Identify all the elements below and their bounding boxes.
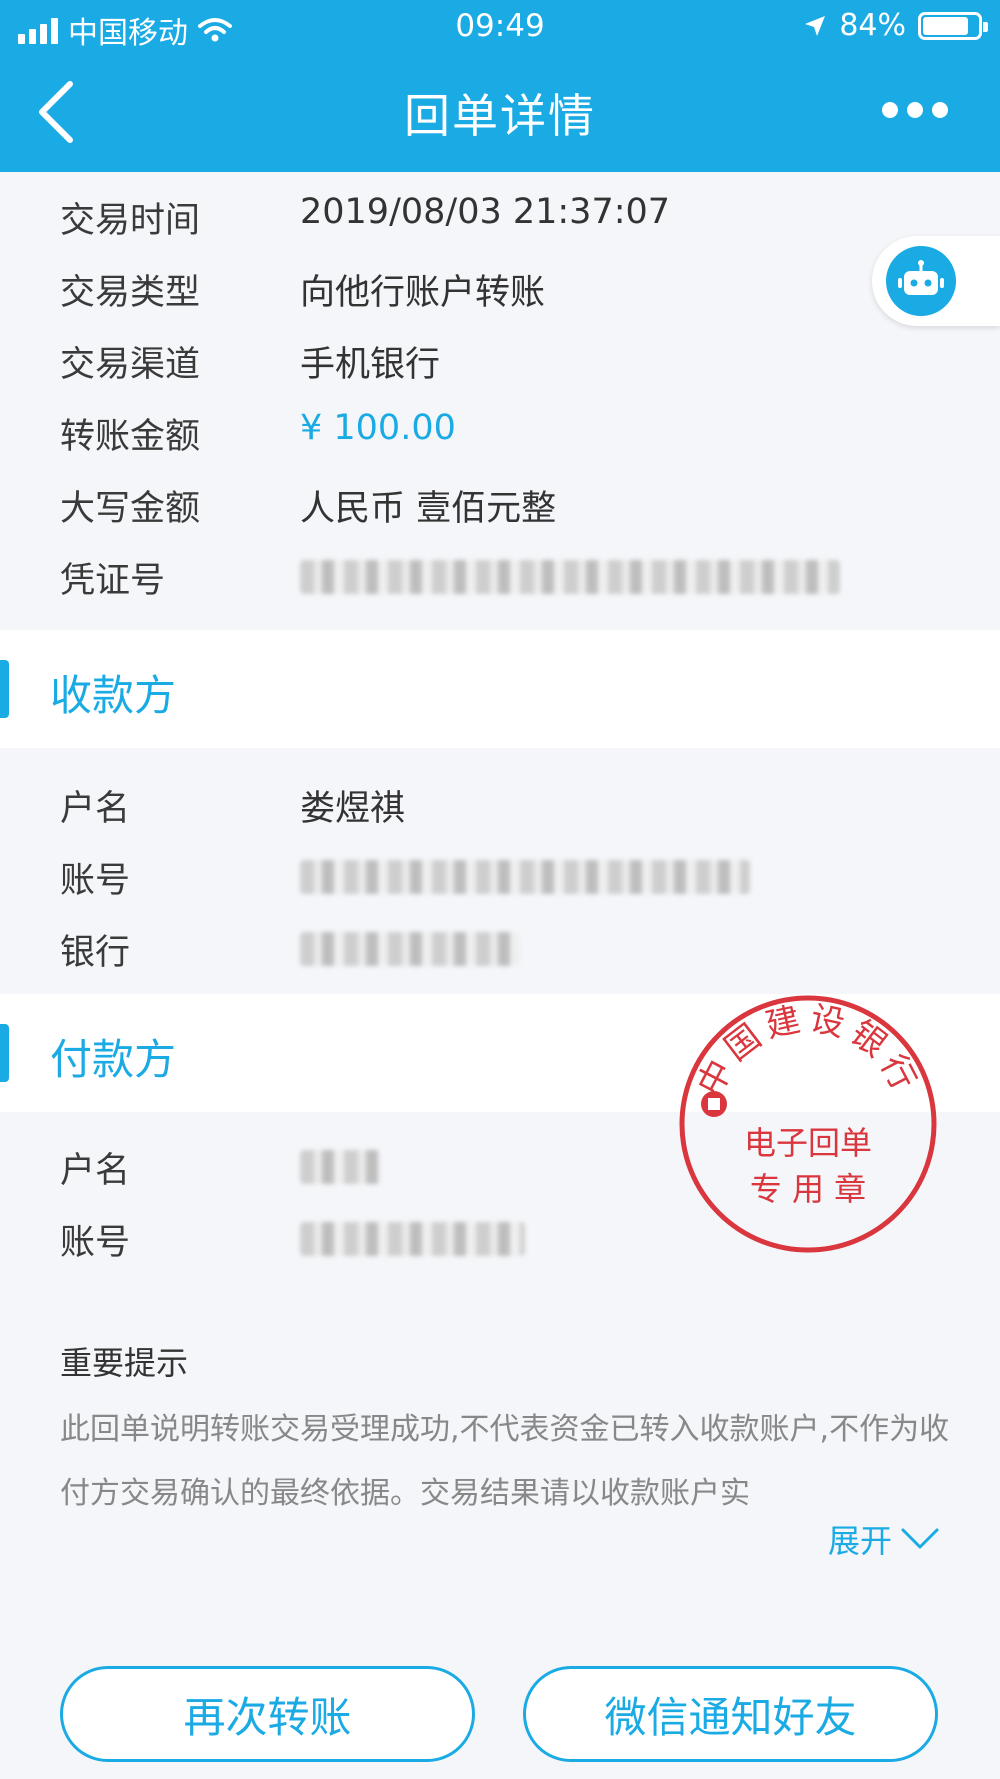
- accent-bar: [0, 1024, 9, 1082]
- detail-row-type: 交易类型 向他行账户转账: [0, 252, 1000, 324]
- chevron-down-icon: [901, 1528, 939, 1549]
- location-arrow-icon: [805, 15, 826, 36]
- battery-icon: [918, 11, 988, 40]
- redacted-voucher-number: [300, 560, 840, 594]
- detail-value: 手机银行: [300, 345, 441, 385]
- stamp-line2: 专 用 章: [750, 1170, 866, 1208]
- detail-value: 2019/08/03 21:37:07: [300, 192, 671, 232]
- detail-label: 账号: [60, 1223, 131, 1263]
- more-dot-icon: [882, 102, 898, 118]
- assistant-robot-button[interactable]: [872, 236, 1000, 326]
- detail-label: 户名: [60, 789, 131, 829]
- detail-label: 交易渠道: [60, 345, 201, 385]
- redacted-payee-account: [300, 860, 750, 894]
- detail-label: 转账金额: [60, 417, 201, 457]
- detail-row-time: 交易时间 2019/08/03 21:37:07: [0, 180, 1000, 252]
- detail-value: 向他行账户转账: [300, 273, 546, 313]
- expand-label: 展开: [827, 1522, 892, 1560]
- payee-section-header: 收款方: [0, 630, 1000, 748]
- wechat-notify-button[interactable]: 微信通知好友: [523, 1666, 938, 1762]
- status-bar: 中国移动 09:49 84%: [0, 0, 1000, 56]
- payee-title: 收款方: [50, 671, 177, 720]
- payee-details: 户名 娄煜祺 账号 银行: [0, 756, 1000, 992]
- svg-text:中国建设银行: 中国建设银行: [690, 999, 926, 1103]
- redacted-payer-name: [300, 1150, 380, 1184]
- status-right: 84%: [803, 8, 988, 43]
- expand-link[interactable]: 展开: [828, 1516, 940, 1562]
- payee-row-account: 账号: [0, 840, 1000, 912]
- transaction-details: 交易时间 2019/08/03 21:37:07 交易类型 向他行账户转账 交易…: [0, 172, 1000, 626]
- payee-name: 娄煜祺: [300, 789, 406, 829]
- detail-row-voucher: 凭证号: [0, 540, 1000, 612]
- detail-row-amount: 转账金额 ¥ 100.00: [0, 396, 1000, 468]
- battery-percent: 84%: [839, 8, 906, 43]
- transfer-again-button[interactable]: 再次转账: [60, 1666, 475, 1762]
- detail-label: 凭证号: [60, 561, 166, 601]
- app-header: 中国移动 09:49 84% 回单详情: [0, 0, 1000, 172]
- detail-label: 大写金额: [60, 489, 201, 529]
- stamp-bank-name: 中国建设银行: [690, 999, 920, 1103]
- accent-bar: [0, 660, 9, 718]
- battery-fill: [923, 16, 968, 35]
- redacted-payee-bank: [300, 932, 520, 966]
- amount-value: ¥ 100.00: [300, 408, 456, 448]
- detail-row-amount-words: 大写金额 人民币 壹佰元整: [0, 468, 1000, 540]
- page-title: 回单详情: [404, 89, 596, 143]
- payer-title: 付款方: [50, 1035, 177, 1084]
- redacted-payer-account: [300, 1222, 525, 1256]
- stamp-line1: 电子回单: [744, 1124, 872, 1162]
- bank-seal-stamp: 中国建设银行 电子回单 专 用 章: [676, 992, 940, 1256]
- more-dot-icon: [907, 102, 923, 118]
- detail-value: 人民币 壹佰元整: [300, 489, 557, 529]
- detail-label: 交易时间: [60, 201, 201, 241]
- detail-row-channel: 交易渠道 手机银行: [0, 324, 1000, 396]
- detail-label: 户名: [60, 1151, 131, 1191]
- notice-title: 重要提示: [60, 1344, 189, 1382]
- robot-icon: [886, 246, 956, 316]
- payee-row-name: 户名 娄煜祺: [0, 768, 1000, 840]
- detail-label: 银行: [60, 933, 131, 973]
- detail-label: 交易类型: [60, 273, 201, 313]
- more-dot-icon: [932, 102, 948, 118]
- more-button[interactable]: [882, 102, 948, 118]
- detail-label: 账号: [60, 861, 131, 901]
- notice-body: 此回单说明转账交易受理成功,不代表资金已转入收款账户,不作为收付方交易确认的最终…: [60, 1412, 950, 1511]
- payee-row-bank: 银行: [0, 912, 1000, 984]
